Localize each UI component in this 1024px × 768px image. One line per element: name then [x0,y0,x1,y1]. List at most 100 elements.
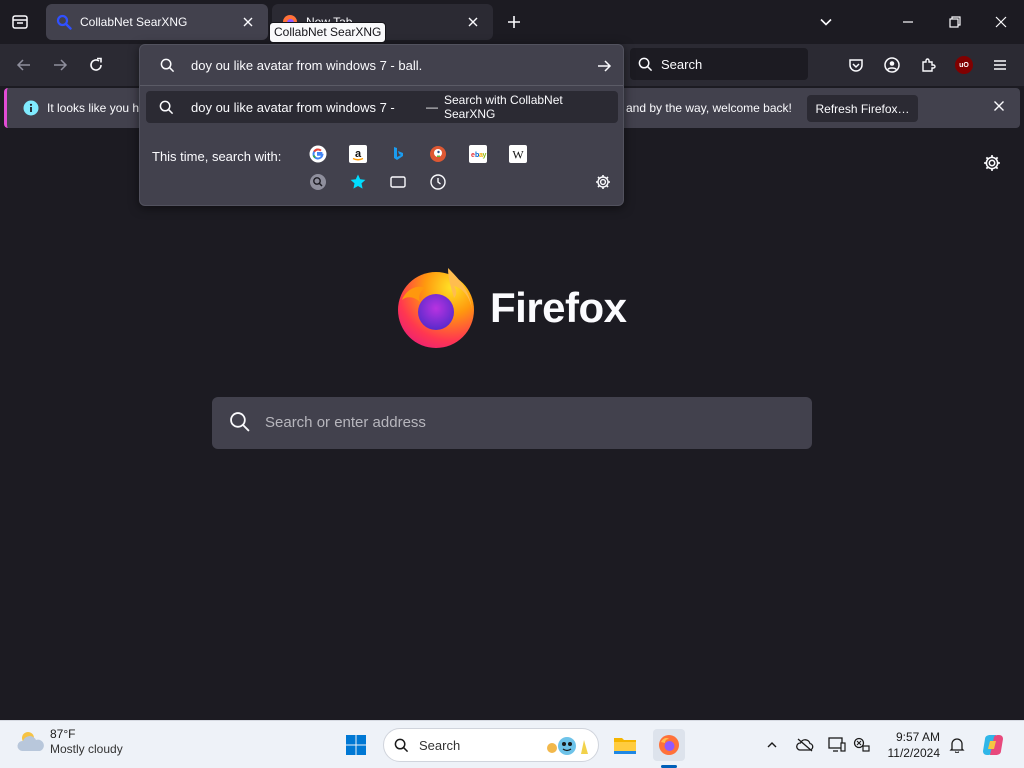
clock-time: 9:57 AM [895,730,940,744]
firefox-wordmark: Firefox [490,284,627,331]
close-icon[interactable] [993,100,1005,112]
windows-taskbar: 87°F Mostly cloudy Search 9:57 AM 11/2/2… [0,720,1024,768]
engine-searxng-button[interactable] [308,172,328,192]
search-highlight-icon [547,737,588,755]
tab-tooltip: CollabNet SearXNG [269,22,387,43]
start-button[interactable] [340,729,372,761]
search-bar[interactable]: Search [630,48,808,80]
onedrive-tray-icon[interactable] [794,734,816,756]
puzzle-icon [922,58,936,72]
wikipedia-icon: W [509,145,527,163]
restore-button[interactable] [939,6,971,38]
close-icon [468,17,478,27]
personalize-new-tab-button[interactable] [983,154,1001,172]
extensions-button[interactable] [914,51,942,79]
cloud-offline-icon [796,738,814,752]
bookmarks-search-button[interactable] [348,172,368,192]
plus-icon [508,16,520,28]
firefox-taskbar-button[interactable] [653,729,685,761]
suggestion-action: — Search with CollabNet SearXNG [420,93,618,121]
engine-ebay-button[interactable]: ebay [468,144,488,164]
back-button[interactable] [10,51,38,79]
forward-button[interactable] [46,51,74,79]
new-tab-search-input[interactable]: Search or enter address [212,397,812,449]
search-bar-placeholder: Search [661,56,703,72]
engine-bing-button[interactable] [388,144,408,164]
show-hidden-icons-button[interactable] [761,734,783,756]
close-tab-button[interactable] [463,12,483,32]
hamburger-menu-icon [994,60,1006,70]
refresh-firefox-button[interactable]: Refresh Firefox… [807,95,918,122]
engine-duckduckgo-button[interactable] [428,144,448,164]
gear-icon [984,155,1000,171]
svg-text:a: a [355,148,362,160]
all-tabs-dropdown-button[interactable] [812,8,840,36]
tab-strip: CollabNet SearXNG New Tab [0,0,1024,44]
new-tab-button[interactable] [500,8,528,36]
notification-text-end: and by the way, welcome back! [626,101,792,115]
engine-wikipedia-button[interactable]: W [508,144,528,164]
pocket-button[interactable] [842,51,870,79]
cloudy-weather-icon [17,732,44,751]
ebay-icon: ebay [469,145,487,163]
firefox-icon [659,735,679,755]
list-all-tabs-button[interactable] [4,6,36,38]
engine-google-button[interactable] [308,144,328,164]
restore-icon [949,16,961,28]
notifications-button[interactable] [946,734,968,756]
search-icon [159,100,174,115]
tabs-search-button[interactable] [388,172,408,192]
network-tray-icon[interactable] [851,734,873,756]
engine-amazon-button[interactable]: a [348,144,368,164]
address-bar-input[interactable]: doy ou like avatar from windows 7 - ball… [148,50,617,82]
minimize-button[interactable] [892,6,924,38]
ublock-origin-icon: uO [955,56,973,74]
tab-list-icon [12,15,28,29]
account-icon [884,57,900,73]
bing-icon [394,147,403,160]
taskbar-search[interactable]: Search [383,728,599,762]
new-tab-search-placeholder: Search or enter address [265,414,426,431]
bell-icon [949,738,965,753]
svg-text:W: W [512,148,524,162]
weather-widget[interactable]: 87°F Mostly cloudy [16,727,123,757]
reload-button[interactable] [82,51,110,79]
searxng-favicon-icon [56,14,72,30]
copilot-button[interactable] [980,732,1006,758]
display-tray-icon[interactable] [826,734,848,756]
amazon-icon: a [349,145,367,163]
star-icon [350,174,366,189]
system-clock[interactable]: 9:57 AM 11/2/2024 [878,729,941,761]
chevron-up-icon [767,742,777,748]
search-settings-button[interactable] [593,172,613,192]
gear-icon [596,175,610,189]
clock-icon [430,174,446,190]
close-window-button[interactable] [985,6,1017,38]
one-off-search-label: This time, search with: [152,149,282,164]
weather-condition: Mostly cloudy [50,742,123,756]
action-label: Search with CollabNet SearXNG [444,93,563,121]
monitor-icon [828,737,846,752]
info-icon [23,100,39,116]
search-suggestion-row[interactable]: doy ou like avatar from windows 7 - — Se… [146,91,618,123]
taskbar-search-label: Search [419,737,461,753]
account-button[interactable] [878,51,906,79]
close-icon [995,16,1007,28]
address-bar-value: doy ou like avatar from windows 7 - ball… [191,58,423,73]
arrow-left-icon [16,59,30,71]
ublock-origin-button[interactable]: uO [950,51,978,79]
weather-temperature: 87°F [50,727,76,741]
tab-collabnet-searxng[interactable]: CollabNet SearXNG [46,4,268,40]
file-explorer-button[interactable] [609,729,641,761]
reload-icon [90,57,102,71]
history-search-button[interactable] [428,172,448,192]
svg-text:y: y [483,152,487,159]
app-menu-button[interactable] [986,51,1014,79]
windows-logo-icon [346,735,366,755]
google-icon [309,145,327,163]
close-tab-button[interactable] [238,12,258,32]
go-arrow-icon[interactable] [596,58,612,74]
tab-title: CollabNet SearXNG [80,15,188,29]
firefox-logo-icon [396,266,480,350]
dropdown-divider [140,85,623,86]
